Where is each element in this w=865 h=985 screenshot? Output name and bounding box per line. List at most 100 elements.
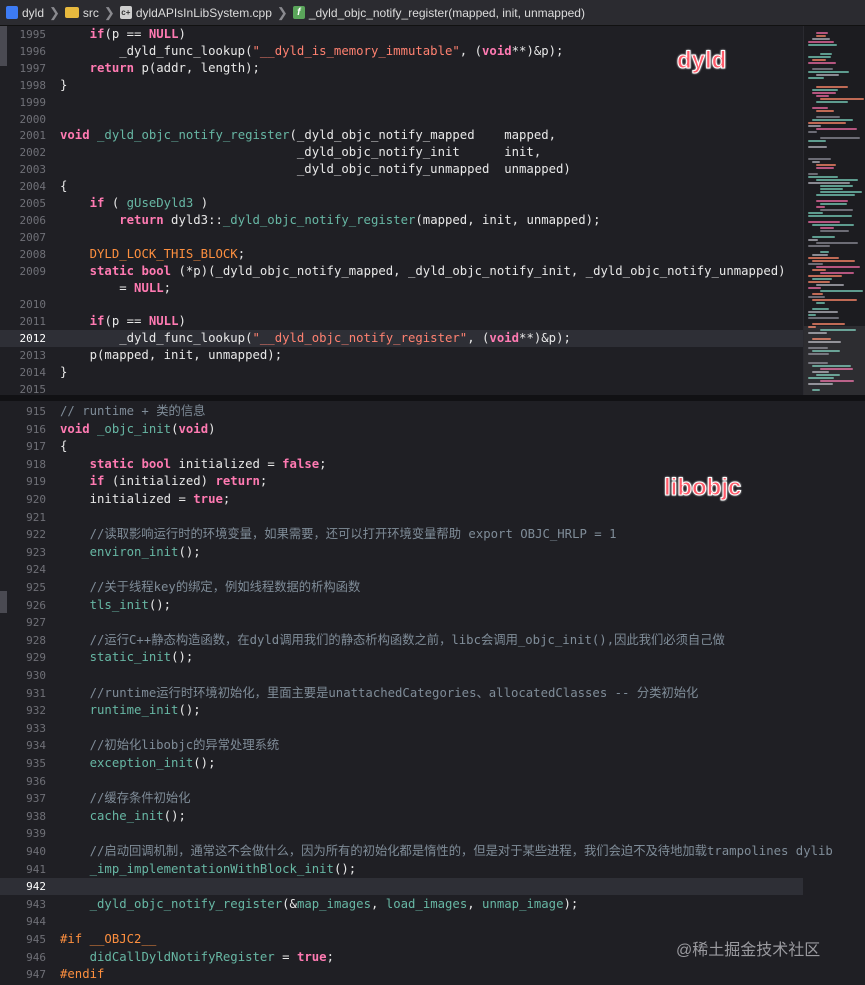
code-line[interactable]: 938 cache_init();	[0, 808, 803, 825]
code-line[interactable]: 928 //运行C++静态构造函数，在dyld调用我们的静态析构函数之前，lib…	[0, 632, 803, 649]
scroll-indicator	[0, 26, 7, 66]
code-line[interactable]: 2002 _dyld_objc_notify_init init,	[0, 144, 803, 161]
minimap-line	[816, 167, 834, 169]
code-line[interactable]: 917 {	[0, 438, 803, 455]
code-text: _dyld_func_lookup("__dyld_is_memory_immu…	[60, 43, 564, 58]
code-line[interactable]: 935 exception_init();	[0, 755, 803, 772]
minimap-line	[808, 296, 825, 298]
minimap-line	[808, 317, 839, 319]
minimap-line	[812, 299, 857, 301]
code-line[interactable]: 937 //缓存条件初始化	[0, 790, 803, 807]
minimap[interactable]	[803, 26, 865, 395]
code-line[interactable]: 933	[0, 720, 803, 737]
dyld-editor-pane[interactable]: 1995 if(p == NULL) 1996 _dyld_func_lookup…	[0, 26, 865, 395]
code-text: // runtime + 类的信息	[60, 404, 206, 418]
code-text: static bool initialized = false;	[89, 456, 327, 471]
code-line[interactable]: 942	[0, 878, 803, 896]
code-line[interactable]: 921	[0, 509, 803, 526]
code-line[interactable]: 926 tls_init();	[0, 597, 803, 614]
code-text: _imp_implementationWithBlock_init();	[89, 861, 357, 876]
code-line[interactable]: 923 environ_init();	[0, 544, 803, 561]
minimap-line	[808, 71, 849, 73]
minimap-line	[812, 68, 833, 70]
code-line[interactable]: 2000	[0, 111, 803, 128]
libobjc-editor-pane[interactable]: 915 // runtime + 类的信息 916 void _objc_init(v…	[0, 401, 865, 985]
minimap-line	[816, 32, 828, 34]
code-line[interactable]: = NULL;	[0, 280, 803, 297]
code-line[interactable]: 934 //初始化libobjc的异常处理系统	[0, 737, 803, 754]
code-line[interactable]: 2005 if ( gUseDyld3 )	[0, 195, 803, 212]
code-line[interactable]: 2006 return dyld3::_dyld_objc_notify_reg…	[0, 212, 803, 229]
line-number: 2002	[19, 146, 47, 160]
crumb-file[interactable]: c+ dyldAPIsInLibSystem.cpp	[119, 6, 272, 20]
code-line[interactable]: 940 //启动回调机制，通常这不会做什么，因为所有的初始化都是惰性的，但是对于…	[0, 843, 833, 860]
line-number: 917	[26, 440, 46, 454]
code-line[interactable]: 2013 p(mapped, init, unmapped);	[0, 347, 803, 364]
code-text: exception_init();	[89, 756, 216, 770]
line-number: 2007	[19, 230, 47, 244]
code-line[interactable]: 2001 void _dyld_objc_notify_register(_dyl…	[0, 127, 803, 144]
code-line[interactable]: 925 //关于线程key的绑定，例如线程数据的析构函数	[0, 579, 803, 596]
code-line[interactable]: 2007	[0, 229, 803, 246]
code-text: p(mapped, init, unmapped);	[60, 348, 283, 363]
cpp-file-icon: c+	[119, 6, 132, 19]
minimap-line	[816, 128, 857, 130]
code-line[interactable]: 927	[0, 614, 803, 631]
minimap-line	[812, 107, 828, 109]
code-line[interactable]: 2014}	[0, 364, 803, 381]
code-line[interactable]: 929 static_init();	[0, 649, 803, 666]
code-line[interactable]: 1999	[0, 94, 803, 111]
code-line[interactable]: 2009 static bool (*p)(_dyld_objc_notify_…	[0, 263, 803, 280]
jump-bar: dyld ❯ src ❯ c+ dyldAPIsInLibSystem.cpp …	[0, 0, 865, 26]
code-line[interactable]: 2003 _dyld_objc_notify_unmapped unmapped…	[0, 161, 803, 178]
code-line[interactable]: 931 //runtime运行时环境初始化，里面主要是unattachedCat…	[0, 685, 803, 702]
line-number: 933	[26, 721, 46, 735]
code-line[interactable]: 936	[0, 773, 803, 790]
code-text: if (initialized) return;	[89, 474, 268, 489]
code-line[interactable]: 2004 {	[0, 178, 803, 195]
code-line[interactable]: 915 // runtime + 类的信息	[0, 403, 803, 420]
minimap-line	[820, 98, 864, 100]
code-line[interactable]: 2008 DYLD_LOCK_THIS_BLOCK;	[0, 246, 803, 263]
code-text: //运行C++静态构造函数，在dyld调用我们的静态析构函数之前，libc会调用…	[60, 632, 725, 647]
line-number: 2003	[19, 163, 47, 177]
crumb-folder[interactable]: src	[64, 6, 99, 20]
code-line[interactable]: 2012 _dyld_func_lookup("__dyld_objc_noti…	[0, 330, 803, 348]
minimap-line	[816, 284, 844, 286]
minimap-line	[808, 275, 842, 277]
minimap-viewport[interactable]	[804, 326, 865, 395]
crumb-function[interactable]: f _dyld_objc_notify_register(mapped, ini…	[292, 6, 585, 20]
minimap-line	[808, 314, 816, 316]
code-line[interactable]: 2011 if(p == NULL)	[0, 313, 803, 330]
code-line[interactable]: 922 //读取影响运行时的环境变量，如果需要，还可以打开环境变量帮助 expo…	[0, 526, 803, 543]
crumb-project[interactable]: dyld	[0, 6, 44, 20]
code-line[interactable]: 944	[0, 913, 803, 930]
code-text: return p(addr, length);	[89, 60, 260, 75]
code-line[interactable]: 943 _dyld_objc_notify_register(&map_imag…	[0, 896, 803, 913]
code-line[interactable]: 930	[0, 667, 803, 684]
minimap-line	[820, 290, 863, 292]
code-line[interactable]: 916 void _objc_init(void)	[0, 421, 803, 438]
code-line[interactable]: 1995 if(p == NULL)	[0, 26, 803, 43]
code-text: didCallDyldNotifyRegister = true;	[89, 949, 334, 964]
minimap-line	[820, 251, 829, 253]
line-number: 938	[26, 809, 46, 823]
code-text: if(p == NULL)	[89, 27, 186, 41]
code-line[interactable]: 939	[0, 825, 803, 842]
code-line[interactable]: 947 #endif	[0, 966, 803, 983]
code-line[interactable]: 932 runtime_init();	[0, 702, 803, 719]
code-line[interactable]: 924	[0, 561, 803, 578]
chevron-right-icon: ❯	[103, 4, 115, 20]
line-number: 924	[26, 563, 46, 577]
code-line[interactable]: 2010	[0, 296, 803, 313]
minimap-line	[820, 53, 832, 55]
code-text: }	[60, 365, 68, 379]
code-line[interactable]: 918 static bool initialized = false;	[0, 456, 803, 473]
code-line[interactable]: 1998}	[0, 77, 803, 94]
minimap-line	[808, 158, 831, 160]
code-line[interactable]: 941 _imp_implementationWithBlock_init();	[0, 861, 803, 878]
minimap-line	[816, 95, 829, 97]
code-text: //runtime运行时环境初始化，里面主要是unattachedCategor…	[60, 685, 699, 700]
minimap-line	[820, 272, 854, 274]
code-line[interactable]: 2015	[0, 381, 803, 395]
